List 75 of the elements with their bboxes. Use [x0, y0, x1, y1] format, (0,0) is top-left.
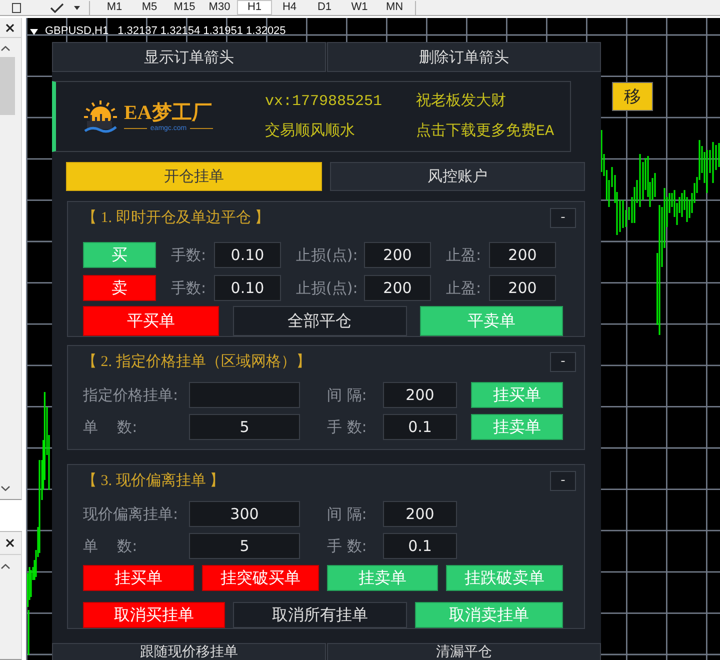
field-label: 手 数: [326, 536, 368, 557]
input-field[interactable]: 300 [189, 501, 300, 527]
order-button[interactable]: 全部平仓 [232, 306, 406, 336]
input-field[interactable]: 5 [189, 533, 300, 559]
field-label: 手数: [170, 245, 208, 266]
field-label: 手数: [170, 278, 208, 299]
input-field[interactable]: 200 [383, 501, 457, 527]
field-label: 单 数: [83, 417, 138, 438]
frame-icon[interactable] [12, 2, 21, 12]
input-field[interactable] [189, 382, 300, 408]
order-button[interactable]: 平买单 [83, 306, 219, 336]
field-label: 手 数: [326, 417, 368, 438]
panel-button[interactable]: 删除订单箭头 [327, 42, 601, 72]
timeframe-button[interactable]: M15 [167, 0, 202, 15]
banner-text: vx:1779885251 [265, 92, 384, 112]
input-field[interactable]: 200 [489, 242, 556, 268]
field-label: 现价偏离挂单: [83, 504, 180, 525]
field-label: 止损(点): [295, 278, 359, 299]
close-icon[interactable] [6, 24, 14, 32]
collapse-button[interactable]: - [550, 208, 576, 228]
input-field[interactable]: 200 [489, 275, 556, 301]
logo-text: EA梦工厂 [124, 102, 213, 124]
input-field[interactable]: 5 [189, 414, 300, 440]
field-label: 止盈: [445, 245, 482, 266]
timeframe-button[interactable]: M5 [132, 0, 167, 15]
chevron-down-icon[interactable] [1, 486, 10, 491]
order-button[interactable]: 挂突破买单 [202, 565, 319, 591]
move-button[interactable]: 移 [612, 82, 653, 111]
tab[interactable]: 开仓挂单 [66, 162, 322, 191]
banner-text: 交易顺风顺水 [265, 121, 356, 142]
input-field[interactable]: 200 [364, 242, 431, 268]
panel-button[interactable]: 跟随现价移挂单 [52, 643, 326, 660]
panel-button[interactable]: 清漏平仓 [327, 643, 601, 660]
field-label: 指定价格挂单: [83, 385, 180, 406]
timeframe-button[interactable]: M1 [97, 0, 132, 15]
chart-symbol-label: GBPUSD,H1 [45, 25, 109, 38]
field-label: 间 隔: [326, 385, 368, 406]
timeframe-button[interactable]: H4 [272, 0, 307, 15]
field-label: 单 数: [83, 536, 138, 557]
section-title: 【 2. 指定价格挂单（区域网格）】 [82, 352, 311, 372]
caret-down-icon[interactable] [74, 6, 80, 10]
caret-down-icon[interactable] [30, 28, 38, 34]
close-icon[interactable] [6, 539, 14, 547]
field-label: 止盈: [445, 278, 482, 299]
field-label: 止损(点): [295, 245, 359, 266]
input-field[interactable]: 200 [383, 382, 457, 408]
section-title: 【 1. 即时开仓及单边平仓 】 [82, 208, 270, 228]
banner-text: 点击下载更多免费EA [416, 122, 556, 142]
scrollbar-thumb[interactable] [0, 57, 15, 115]
input-field[interactable]: 0.10 [214, 275, 281, 301]
section-title: 【 3. 现价偏离挂单 】 [82, 471, 224, 491]
timeframe-button[interactable]: W1 [342, 0, 377, 15]
order-button[interactable]: 取消买挂单 [83, 602, 225, 628]
timeframe-button[interactable]: MN [377, 0, 412, 15]
order-button[interactable]: 取消所有挂单 [233, 602, 407, 628]
input-field[interactable]: 0.10 [214, 242, 281, 268]
input-field[interactable]: 200 [364, 275, 431, 301]
timeframe-button[interactable]: H1 [237, 0, 272, 15]
timeframe-button[interactable]: D1 [307, 0, 342, 15]
tab[interactable]: 风控账户 [330, 162, 585, 191]
chevron-up-icon[interactable] [1, 564, 10, 569]
banner-text: 祝老板发大财 [416, 92, 507, 112]
input-field[interactable]: 0.1 [383, 533, 457, 559]
collapse-button[interactable]: - [550, 352, 576, 372]
order-button[interactable]: 挂买单 [83, 565, 194, 591]
input-field[interactable]: 0.1 [383, 414, 457, 440]
timeframe-button[interactable]: M30 [202, 0, 237, 15]
field-label: 间 隔: [326, 504, 368, 525]
panel-button[interactable]: 显示订单箭头 [52, 42, 326, 72]
chevron-up-icon[interactable] [1, 46, 10, 51]
collapse-button[interactable]: - [550, 471, 576, 491]
order-button[interactable]: 卖 [83, 275, 156, 301]
sun-factory-logo-icon [83, 100, 118, 134]
checkmark-icon[interactable] [50, 2, 64, 12]
chart-price-label: 1.32137 1.32154 1.31951 1.32025 [118, 25, 286, 38]
